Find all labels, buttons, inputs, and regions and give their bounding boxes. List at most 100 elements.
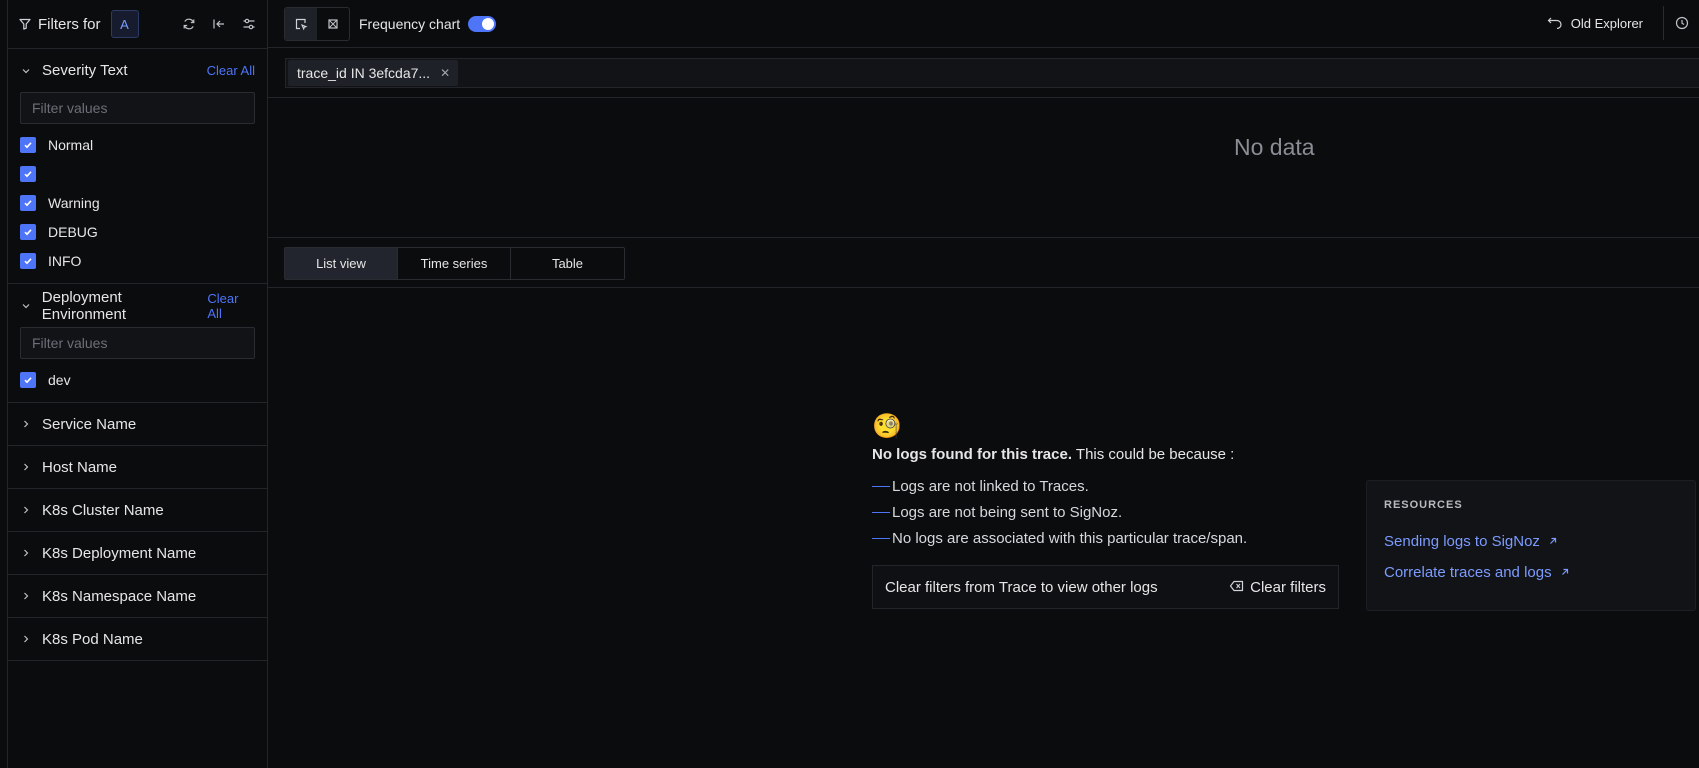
filter-values-input[interactable] xyxy=(20,327,255,359)
collapse-sidebar-icon[interactable] xyxy=(211,16,227,32)
chevron-right-icon xyxy=(20,461,32,473)
section-title: K8s Namespace Name xyxy=(42,587,197,605)
section-header[interactable]: Host Name xyxy=(8,446,267,488)
filter-chip-label: trace_id IN 3efcda7... xyxy=(297,65,431,81)
undo-icon xyxy=(1547,15,1563,32)
clock-icon[interactable] xyxy=(1663,6,1699,40)
filter-section-k8s-pod-name[interactable]: K8s Pod Name xyxy=(8,618,267,661)
filter-chip[interactable]: trace_id IN 3efcda7... ✕ xyxy=(288,60,459,86)
query-badge[interactable]: A xyxy=(110,10,139,38)
dash-icon xyxy=(872,485,890,487)
empty-state-title: No logs found for this trace. This could… xyxy=(872,446,1342,463)
tab-table[interactable]: Table xyxy=(511,248,624,279)
clear-filters-button[interactable]: Clear filters xyxy=(1229,579,1326,596)
refresh-icon[interactable] xyxy=(181,16,197,32)
option-debug[interactable]: DEBUG xyxy=(20,217,255,246)
section-header[interactable]: K8s Namespace Name xyxy=(8,575,267,617)
resources-title: RESOURCES xyxy=(1384,499,1463,511)
checkbox-checked[interactable] xyxy=(20,371,36,388)
option-dev[interactable]: dev xyxy=(20,365,255,394)
sidebar-actions xyxy=(181,16,257,32)
query-builder-bar[interactable]: trace_id IN 3efcda7... ✕ xyxy=(285,58,1699,88)
option-label: Warning xyxy=(48,194,100,211)
reason-text: Logs are not being sent to SigNoz. xyxy=(892,503,1123,521)
checkbox-checked[interactable] xyxy=(20,165,36,182)
section-header[interactable]: K8s Pod Name xyxy=(8,618,267,660)
filter-section-severity-text: Severity Text Clear All Normal Warning xyxy=(8,49,267,284)
link-label: Sending logs to SigNoz xyxy=(1384,533,1540,550)
clear-all-button[interactable]: Clear All xyxy=(207,63,255,78)
filter-section-deployment-environment: Deployment Environment Clear All dev xyxy=(8,284,267,403)
empty-state: 🧐 No logs found for this trace. This cou… xyxy=(872,412,1342,609)
section-title: Host Name xyxy=(42,458,118,476)
reason-text: No logs are associated with this particu… xyxy=(892,529,1248,547)
dash-icon xyxy=(872,537,890,539)
frequency-chart-toggle[interactable] xyxy=(468,15,497,32)
option-normal[interactable]: Normal xyxy=(20,130,255,159)
chevron-right-icon xyxy=(20,504,32,516)
clear-filters-label: Clear filters xyxy=(1250,578,1326,596)
view-toggle xyxy=(284,6,350,41)
logs-explorer: Filters for A Severity Text Clear All Fi… xyxy=(0,0,1699,768)
no-data-label: No data xyxy=(1234,134,1315,160)
reason-item: Logs are not linked to Traces. xyxy=(872,473,1342,499)
section-title: Deployment Environment xyxy=(41,288,127,323)
option-label: Normal xyxy=(48,136,94,153)
reason-list: Logs are not linked to Traces. Logs are … xyxy=(872,473,1342,551)
filter-section-host-name[interactable]: Host Name xyxy=(8,446,267,489)
toggle-knob xyxy=(482,17,495,30)
chevron-right-icon xyxy=(20,590,32,602)
top-bar: Frequency chart Old Explorer xyxy=(268,0,1699,48)
chevron-down-icon xyxy=(20,300,32,312)
filter-section-k8s-cluster-name[interactable]: K8s Cluster Name xyxy=(8,489,267,532)
section-header[interactable]: K8s Deployment Name xyxy=(8,532,267,574)
reason-item: Logs are not being sent to SigNoz. xyxy=(872,499,1342,525)
settings-sliders-icon[interactable] xyxy=(241,16,257,32)
section-title: K8s Pod Name xyxy=(42,630,143,648)
divider xyxy=(268,287,1699,288)
filter-section-service-name[interactable]: Service Name xyxy=(8,403,267,446)
option-warning[interactable]: Warning xyxy=(20,188,255,217)
external-link-icon xyxy=(1548,533,1558,550)
list-view-icon[interactable] xyxy=(285,7,317,40)
link-label: Correlate traces and logs xyxy=(1384,564,1552,581)
section-title: K8s Cluster Name xyxy=(42,501,164,519)
filter-section-k8s-namespace-name[interactable]: K8s Namespace Name xyxy=(8,575,267,618)
clear-all-button[interactable]: Clear All xyxy=(207,291,255,321)
filter-section-k8s-deployment-name[interactable]: K8s Deployment Name xyxy=(8,532,267,575)
checkbox-checked[interactable] xyxy=(20,223,36,240)
frequency-chart-area: No data xyxy=(268,97,1699,238)
section-header[interactable]: K8s Cluster Name xyxy=(8,489,267,531)
external-link-icon xyxy=(1560,564,1570,581)
section-header[interactable]: Deployment Environment Clear All xyxy=(8,284,267,327)
frequency-chart-label: Frequency chart xyxy=(359,15,461,32)
section-title: K8s Deployment Name xyxy=(42,544,197,562)
reason-text: Logs are not linked to Traces. xyxy=(892,477,1089,495)
clear-filters-box: Clear filters from Trace to view other l… xyxy=(872,565,1339,609)
option-empty[interactable] xyxy=(20,159,255,188)
checkbox-checked[interactable] xyxy=(20,136,36,153)
grid-icon[interactable] xyxy=(317,8,349,40)
empty-title-bold: No logs found for this trace. xyxy=(872,446,1073,463)
old-explorer-button[interactable]: Old Explorer xyxy=(1547,0,1643,46)
old-explorer-label: Old Explorer xyxy=(1570,15,1643,31)
tab-time-series[interactable]: Time series xyxy=(398,248,511,279)
empty-title-rest: This could be because : xyxy=(1072,446,1235,463)
sending-logs-link[interactable]: Sending logs to SigNoz xyxy=(1384,533,1678,550)
section-header[interactable]: Service Name xyxy=(8,403,267,445)
checkbox-checked[interactable] xyxy=(20,194,36,211)
filter-icon xyxy=(18,17,32,31)
sidebar-title: Filters for xyxy=(38,15,101,33)
close-icon[interactable]: ✕ xyxy=(440,66,450,80)
tab-list-view[interactable]: List view xyxy=(285,248,398,279)
option-list: Normal Warning DEBUG INFO xyxy=(8,124,267,283)
section-header[interactable]: Severity Text Clear All xyxy=(8,49,267,92)
chevron-right-icon xyxy=(20,547,32,559)
chevron-right-icon xyxy=(20,418,32,430)
backspace-icon xyxy=(1229,579,1244,596)
correlate-traces-link[interactable]: Correlate traces and logs xyxy=(1384,564,1678,581)
chevron-right-icon xyxy=(20,633,32,645)
filter-values-input[interactable] xyxy=(20,92,255,124)
option-info[interactable]: INFO xyxy=(20,246,255,275)
checkbox-checked[interactable] xyxy=(20,252,36,269)
